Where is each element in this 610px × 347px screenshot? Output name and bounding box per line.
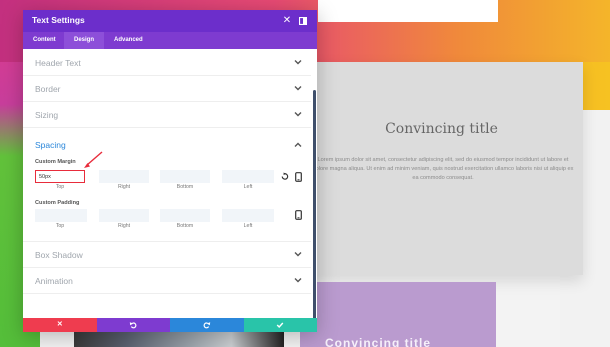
save-button[interactable]	[243, 318, 317, 332]
text-settings-modal: Text Settings ✕ Content Design Advanced …	[23, 10, 317, 332]
section-label: Animation	[35, 276, 73, 286]
close-icon[interactable]: ✕	[281, 14, 293, 28]
section-sizing[interactable]: Sizing	[23, 102, 311, 128]
margin-left-caption: Left	[243, 184, 253, 190]
redo-button[interactable]	[170, 318, 244, 332]
margin-left-input[interactable]	[222, 170, 274, 183]
custom-margin-label: Custom Margin	[35, 159, 76, 165]
modal-footer: ✕	[23, 318, 317, 332]
custom-padding-label: Custom Padding	[35, 200, 80, 206]
section-box-shadow[interactable]: Box Shadow	[23, 242, 311, 268]
margin-bottom-input[interactable]	[160, 170, 210, 183]
cancel-button[interactable]: ✕	[23, 318, 97, 332]
tab-content[interactable]: Content	[23, 32, 66, 49]
preview-card-title: Convincing title	[385, 121, 498, 137]
modal-title: Text Settings	[32, 15, 85, 25]
padding-left-caption: Left	[243, 223, 253, 229]
reset-icon[interactable]	[279, 172, 289, 182]
padding-left-input[interactable]	[222, 209, 274, 222]
padding-top-caption: Top	[55, 223, 65, 229]
chevron-down-icon	[293, 249, 303, 259]
background-white-block	[318, 0, 498, 22]
chevron-down-icon	[293, 83, 303, 93]
undo-button[interactable]	[96, 318, 170, 332]
tab-design[interactable]: Design	[64, 32, 105, 49]
padding-top-input[interactable]	[35, 209, 87, 222]
redo-icon	[203, 322, 210, 329]
section-label: Box Shadow	[35, 250, 83, 260]
padding-bottom-caption: Bottom	[176, 223, 194, 229]
margin-top-input[interactable]	[35, 170, 85, 183]
margin-bottom-caption: Bottom	[176, 184, 194, 190]
tab-advanced[interactable]: Advanced	[104, 32, 153, 49]
section-header-text[interactable]: Header Text	[23, 50, 311, 76]
mobile-icon[interactable]	[293, 210, 303, 220]
section-label[interactable]: Spacing	[35, 140, 66, 150]
padding-bottom-input[interactable]	[160, 209, 210, 222]
chevron-up-icon[interactable]	[293, 140, 303, 150]
close-icon: ✕	[56, 321, 63, 328]
undo-icon	[130, 322, 137, 329]
chevron-down-icon	[293, 57, 303, 67]
section-label: Header Text	[35, 58, 81, 68]
chevron-down-icon	[293, 275, 303, 285]
margin-right-input[interactable]	[99, 170, 149, 183]
tab-bar: Content Design Advanced	[23, 32, 317, 49]
modal-header: Text Settings ✕	[23, 10, 317, 32]
check-icon	[276, 322, 284, 329]
preview-image	[74, 332, 284, 347]
mobile-icon[interactable]	[293, 172, 303, 182]
section-label: Sizing	[35, 110, 59, 120]
chevron-down-icon	[293, 109, 303, 119]
modal-scrollbar[interactable]	[313, 90, 316, 322]
section-animation[interactable]: Animation	[23, 268, 311, 294]
padding-right-input[interactable]	[99, 209, 149, 222]
margin-top-caption: Top	[55, 184, 65, 190]
preview-purple-title: Convincing title	[325, 336, 431, 347]
expand-icon[interactable]	[297, 14, 309, 28]
section-label: Border	[35, 84, 61, 94]
padding-right-caption: Right	[117, 223, 131, 229]
margin-right-caption: Right	[117, 184, 131, 190]
section-border[interactable]: Border	[23, 76, 311, 102]
preview-card-body: Lorem ipsum dolor sit amet, consectetur …	[312, 157, 574, 181]
annotation-arrow-icon	[84, 151, 103, 168]
